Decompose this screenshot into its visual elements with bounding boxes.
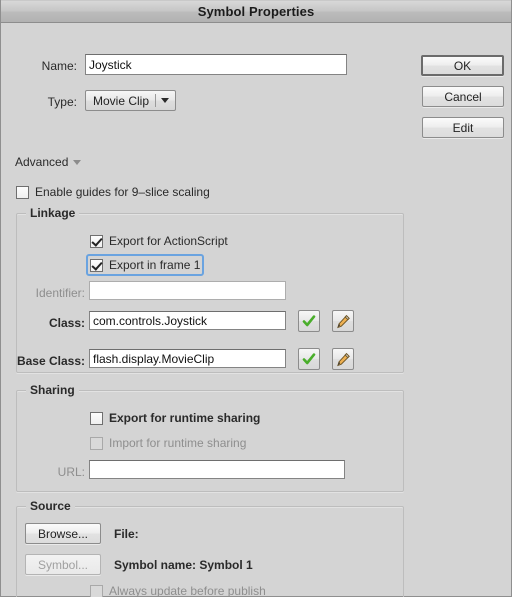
class-label: Class:: [48, 316, 85, 330]
class-validate-button[interactable]: [298, 310, 320, 332]
linkage-group-title: Linkage: [26, 206, 80, 220]
symbol-button: Symbol...: [25, 554, 101, 575]
nine-slice-checkbox[interactable]: [16, 185, 29, 199]
focus-ring: Export in frame 1: [86, 254, 205, 276]
export-frame1-label: Export in frame 1: [109, 258, 201, 272]
symbol-name-label: Symbol name: Symbol 1: [114, 558, 253, 572]
symbol-button-label: Symbol...: [37, 557, 88, 572]
check-icon: [302, 353, 316, 365]
sharing-group-title: Sharing: [26, 383, 79, 397]
triangle-down-icon: [73, 159, 82, 165]
symbol-properties-dialog: Symbol Properties Name: Type: Movie Clip…: [0, 0, 512, 597]
export-actionscript-row[interactable]: Export for ActionScript: [90, 234, 228, 248]
browse-button-label: Browse...: [37, 526, 88, 541]
file-label: File:: [114, 527, 139, 541]
advanced-disclosure-toggle[interactable]: Advanced: [15, 155, 82, 169]
url-input[interactable]: [89, 460, 345, 479]
chevron-down-icon: [161, 98, 170, 103]
nine-slice-checkbox-row[interactable]: Enable guides for 9–slice scaling: [16, 185, 210, 199]
base-class-validate-button[interactable]: [298, 348, 320, 370]
edit-button[interactable]: Edit: [422, 117, 504, 138]
nine-slice-label: Enable guides for 9–slice scaling: [35, 185, 210, 199]
pencil-icon: [336, 352, 350, 366]
class-edit-button[interactable]: [332, 310, 354, 332]
export-runtime-checkbox[interactable]: [90, 411, 103, 425]
edit-button-label: Edit: [452, 120, 474, 135]
cancel-button[interactable]: Cancel: [422, 86, 504, 107]
ok-button[interactable]: OK: [421, 55, 504, 76]
import-runtime-label: Import for runtime sharing: [109, 436, 247, 450]
type-select-separator: [155, 94, 157, 107]
export-frame1-focus-ring: Export in frame 1: [86, 254, 205, 276]
source-group-title: Source: [26, 499, 75, 513]
type-select[interactable]: Movie Clip: [85, 90, 176, 111]
identifier-label: Identifier:: [35, 286, 85, 300]
pencil-icon: [336, 314, 350, 328]
base-class-label: Base Class:: [16, 354, 85, 368]
always-update-row: Always update before publish: [90, 584, 266, 597]
export-runtime-label: Export for runtime sharing: [109, 411, 261, 425]
advanced-label: Advanced: [15, 155, 69, 169]
export-actionscript-checkbox[interactable]: [90, 234, 103, 248]
base-class-input[interactable]: [89, 349, 286, 368]
dialog-body: Name: Type: Movie Clip OK Cancel Edit Ad…: [1, 23, 511, 597]
export-frame1-row[interactable]: Export in frame 1: [90, 258, 200, 272]
base-class-edit-button[interactable]: [332, 348, 354, 370]
class-input[interactable]: [89, 311, 286, 330]
export-frame1-checkbox[interactable]: [90, 258, 103, 272]
browse-button[interactable]: Browse...: [25, 523, 101, 544]
window-title: Symbol Properties: [197, 4, 315, 19]
always-update-label: Always update before publish: [109, 584, 266, 597]
export-actionscript-label: Export for ActionScript: [109, 234, 228, 248]
check-icon: [302, 315, 316, 327]
cancel-button-label: Cancel: [444, 89, 482, 104]
name-label: Name:: [41, 59, 77, 73]
export-runtime-row[interactable]: Export for runtime sharing: [90, 411, 260, 425]
ok-button-label: OK: [453, 58, 472, 73]
identifier-input[interactable]: [89, 281, 286, 300]
import-runtime-checkbox: [90, 436, 103, 450]
name-input[interactable]: [85, 54, 347, 75]
type-label: Type:: [47, 95, 77, 109]
always-update-checkbox: [90, 584, 103, 597]
window-titlebar[interactable]: Symbol Properties: [1, 0, 511, 23]
type-select-value: Movie Clip: [93, 93, 150, 108]
url-label: URL:: [57, 465, 85, 479]
import-runtime-row: Import for runtime sharing: [90, 436, 246, 450]
